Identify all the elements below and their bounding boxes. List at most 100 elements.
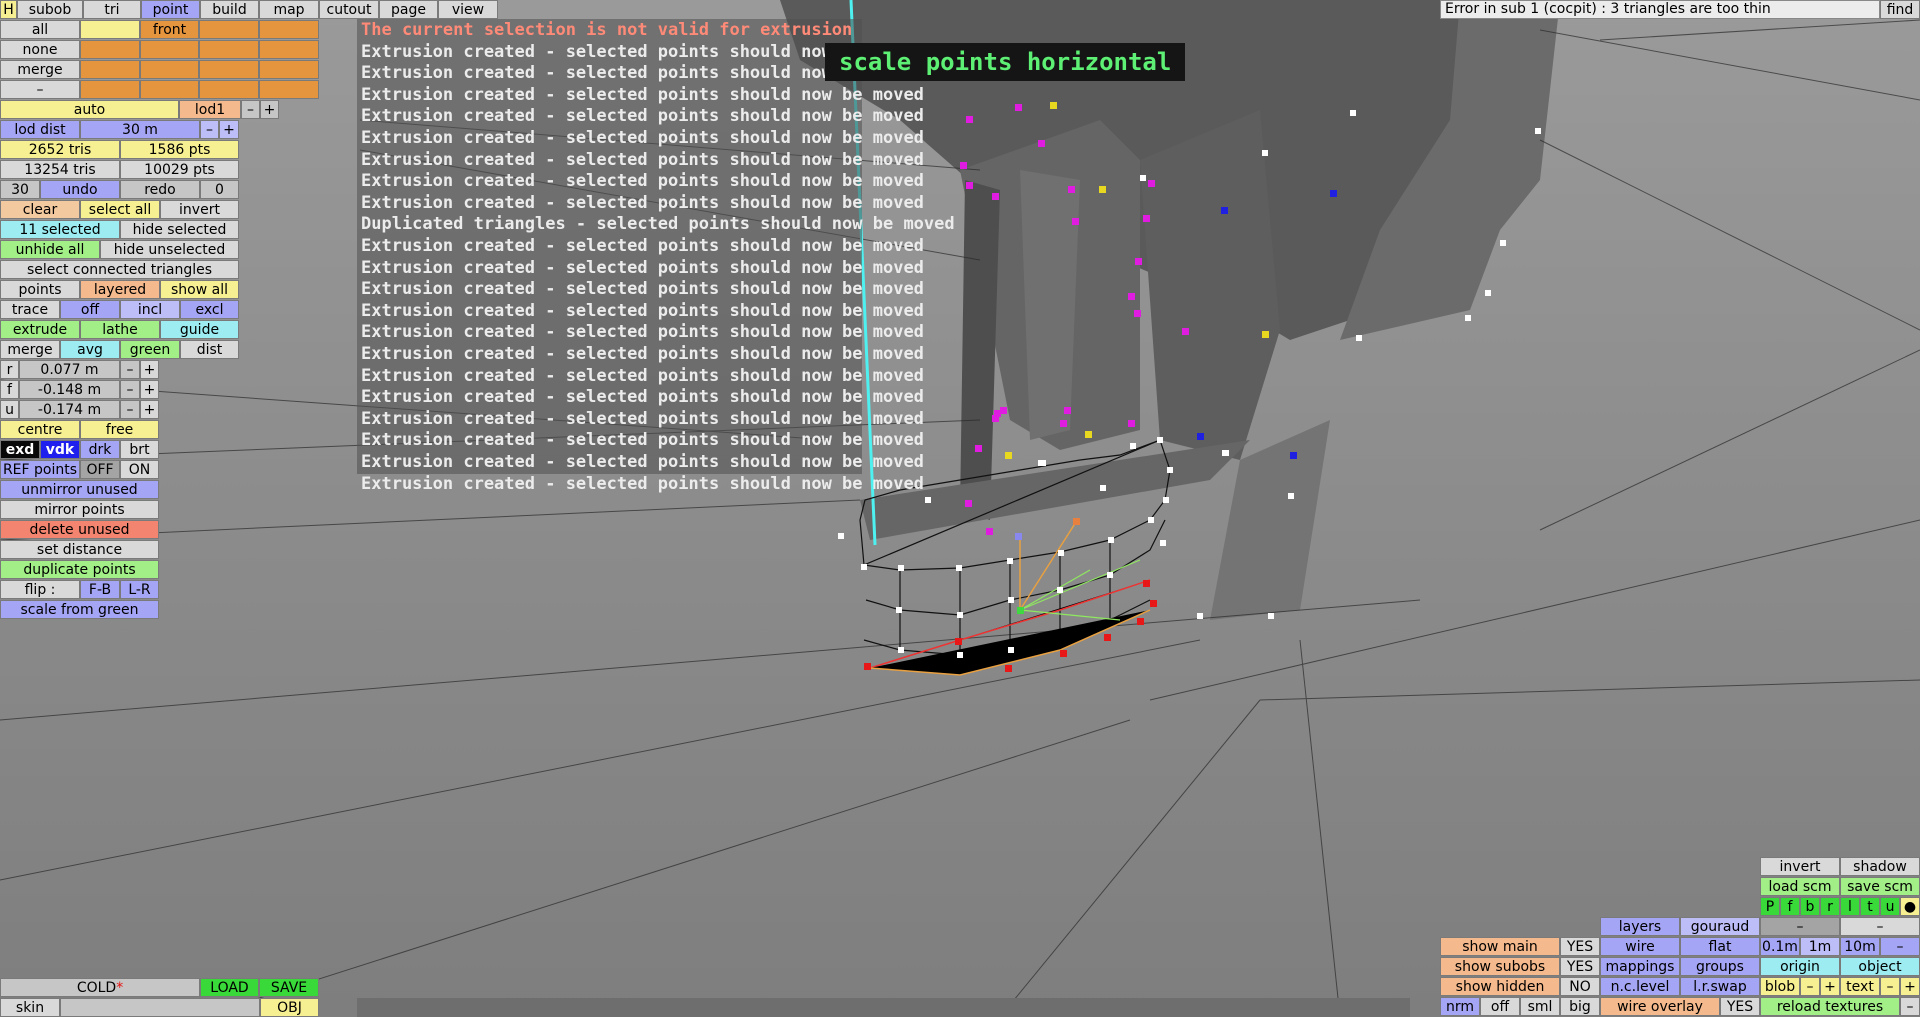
find-button[interactable]: find — [1880, 0, 1920, 19]
reload-textures-button[interactable]: reload textures — [1760, 997, 1900, 1016]
menu-map[interactable]: map — [259, 0, 319, 19]
menu-cutout[interactable]: cutout — [319, 0, 379, 19]
lod-dist-plus[interactable]: + — [219, 120, 239, 139]
menu-subob[interactable]: subob — [17, 0, 83, 19]
view-slot[interactable] — [259, 40, 319, 59]
gouraud-button[interactable]: gouraud — [1680, 917, 1760, 936]
show-main-value[interactable]: YES — [1560, 937, 1600, 956]
view-toggle-r[interactable]: r — [1820, 897, 1840, 916]
origin-button[interactable]: origin — [1760, 957, 1840, 976]
dist-1m-button[interactable]: 1m — [1800, 937, 1840, 956]
green-button[interactable]: green — [120, 340, 180, 359]
dist-10m-button[interactable]: 10m — [1840, 937, 1880, 956]
hide-unselected-button[interactable]: hide unselected — [100, 240, 239, 259]
groups-button[interactable]: groups — [1680, 957, 1760, 976]
undo-button[interactable]: undo — [40, 180, 120, 199]
show-main-button[interactable]: show main — [1440, 937, 1560, 956]
view-merge-button[interactable]: merge — [0, 60, 80, 79]
nrm-button[interactable]: nrm — [1440, 997, 1480, 1016]
text-button[interactable]: text — [1840, 977, 1880, 996]
save-scm-button[interactable]: save scm — [1840, 877, 1920, 896]
view-toggle-t[interactable]: t — [1860, 897, 1880, 916]
view-slot[interactable] — [259, 60, 319, 79]
wire-button[interactable]: wire — [1600, 937, 1680, 956]
menu-tri[interactable]: tri — [83, 0, 141, 19]
hide-selected-button[interactable]: hide selected — [120, 220, 239, 239]
set-distance-button[interactable]: set distance — [0, 540, 159, 559]
trace-button[interactable]: trace — [0, 300, 60, 319]
view-toggle-u[interactable]: u — [1880, 897, 1900, 916]
menu-build[interactable]: build — [200, 0, 259, 19]
extrude-button[interactable]: extrude — [0, 320, 80, 339]
view-toggle-p[interactable]: P — [1760, 897, 1780, 916]
show-all-button[interactable]: show all — [160, 280, 239, 299]
invert-selection-button[interactable]: invert — [160, 200, 239, 219]
wire-overlay-value[interactable]: YES — [1720, 997, 1760, 1016]
dot-toggle[interactable]: ● — [1900, 897, 1920, 916]
show-subobs-button[interactable]: show subobs — [1440, 957, 1560, 976]
clear-button[interactable]: clear — [0, 200, 80, 219]
view-slot[interactable] — [80, 80, 140, 99]
trace-incl-button[interactable]: incl — [120, 300, 180, 319]
view-slot[interactable] — [80, 60, 140, 79]
dash-button[interactable]: – — [1760, 917, 1840, 936]
u-plus-button[interactable]: + — [140, 400, 159, 419]
view-toggle-b[interactable]: b — [1800, 897, 1820, 916]
redo-button[interactable]: redo — [120, 180, 200, 199]
menu-point[interactable]: point — [141, 0, 200, 19]
load-button[interactable]: LOAD — [200, 978, 259, 997]
lod1-button[interactable]: lod1 — [179, 100, 241, 119]
lathe-button[interactable]: lathe — [80, 320, 160, 339]
object-button[interactable]: object — [1840, 957, 1920, 976]
blob-button[interactable]: blob — [1760, 977, 1800, 996]
duplicate-points-button[interactable]: duplicate points — [0, 560, 159, 579]
view-slot[interactable] — [259, 80, 319, 99]
show-hidden-value[interactable]: NO — [1560, 977, 1600, 996]
scale-from-green-button[interactable]: scale from green — [0, 600, 159, 619]
brt-button[interactable]: brt — [120, 440, 159, 459]
dash-button[interactable]: – — [1840, 917, 1920, 936]
flat-button[interactable]: flat — [1680, 937, 1760, 956]
r-value[interactable]: 0.077 m — [19, 360, 120, 379]
view-all-button[interactable]: all — [0, 20, 80, 39]
flip-fb-button[interactable]: F-B — [80, 580, 120, 599]
menu-view[interactable]: view — [438, 0, 498, 19]
guide-button[interactable]: guide — [160, 320, 239, 339]
menu-h[interactable]: H — [0, 0, 17, 19]
exd-button[interactable]: exd — [0, 440, 40, 459]
view-toggle-l[interactable]: l — [1840, 897, 1860, 916]
view-slot[interactable] — [80, 40, 140, 59]
wire-overlay-button[interactable]: wire overlay — [1600, 997, 1720, 1016]
view-front-button[interactable]: front — [140, 20, 199, 39]
r-minus-button[interactable]: – — [120, 360, 140, 379]
show-hidden-button[interactable]: show hidden — [1440, 977, 1560, 996]
points-mode-button[interactable]: points — [0, 280, 80, 299]
trace-excl-button[interactable]: excl — [180, 300, 239, 319]
reload-minus-button[interactable]: – — [1900, 997, 1920, 1016]
dist-minus-button[interactable]: – — [1880, 937, 1920, 956]
obj-button[interactable]: OBJ — [260, 998, 319, 1017]
view-slot[interactable] — [259, 20, 319, 39]
show-subobs-value[interactable]: YES — [1560, 957, 1600, 976]
view-none-button[interactable]: none — [0, 40, 80, 59]
view-slot[interactable] — [140, 40, 199, 59]
blob-plus-button[interactable]: + — [1820, 977, 1840, 996]
save-button[interactable]: SAVE — [259, 978, 319, 997]
view-slot[interactable] — [140, 80, 199, 99]
text-plus-button[interactable]: + — [1900, 977, 1920, 996]
big-button[interactable]: big — [1560, 997, 1600, 1016]
u-minus-button[interactable]: – — [120, 400, 140, 419]
invert-button[interactable]: invert — [1760, 857, 1840, 876]
delete-unused-button[interactable]: delete unused — [0, 520, 159, 539]
view-slot[interactable] — [199, 80, 259, 99]
lod-plus-button[interactable]: + — [260, 100, 279, 119]
mappings-button[interactable]: mappings — [1600, 957, 1680, 976]
f-plus-button[interactable]: + — [140, 380, 159, 399]
view-slot[interactable] — [199, 20, 259, 39]
avg-button[interactable]: avg — [60, 340, 120, 359]
select-all-button[interactable]: select all — [80, 200, 160, 219]
load-scm-button[interactable]: load scm — [1760, 877, 1840, 896]
menu-page[interactable]: page — [379, 0, 438, 19]
merge-button[interactable]: merge — [0, 340, 60, 359]
shadow-button[interactable]: shadow — [1840, 857, 1920, 876]
